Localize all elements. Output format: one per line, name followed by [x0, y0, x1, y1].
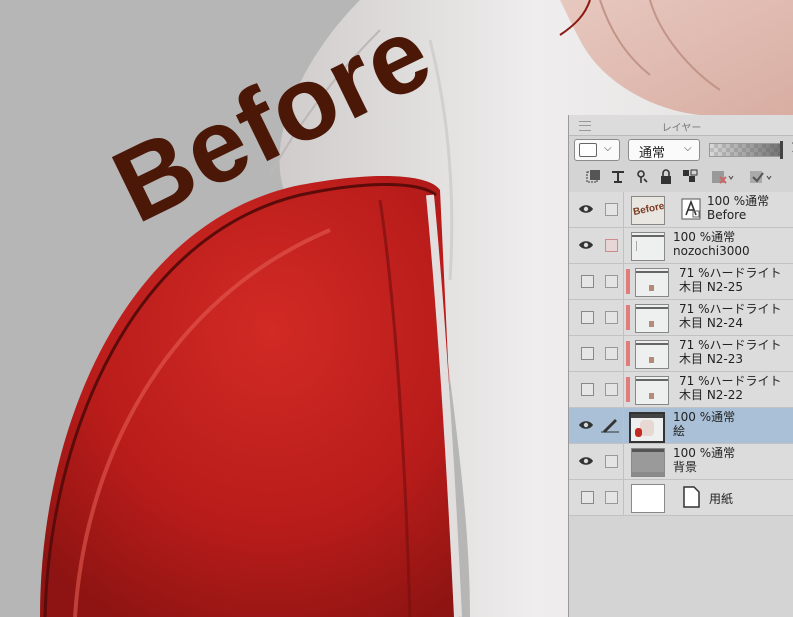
layer-thumbnail — [629, 412, 665, 443]
edit-toggle-box[interactable] — [605, 203, 618, 216]
layer-thumbnail — [635, 268, 669, 297]
eye-icon[interactable] — [578, 418, 594, 432]
edit-toggle-box[interactable] — [605, 491, 618, 504]
visibility-toggle-box[interactable] — [581, 275, 594, 288]
layer-row-wood-n2-25[interactable]: 71 %ハードライト 木目 N2-25 — [569, 264, 793, 300]
layer-opacity: 100 % — [673, 410, 712, 424]
layer-info: 100 %通常 Before — [707, 194, 769, 222]
layer-name: nozochi3000 — [673, 244, 750, 258]
layer-opacity: 71 % — [679, 266, 710, 280]
mask-icon[interactable] — [709, 167, 737, 187]
layer-row-nozochi3000[interactable]: 100 %通常 nozochi3000 — [569, 228, 793, 264]
layer-opacity: 100 % — [673, 446, 712, 460]
chevron-down-icon: ⌵ — [604, 143, 612, 154]
layer-info: 71 %ハードライト 木目 N2-25 — [679, 266, 782, 294]
eye-icon[interactable] — [578, 454, 594, 468]
layer-thumbnail — [631, 448, 665, 477]
edit-toggle-box[interactable] — [605, 383, 618, 396]
layer-info: 100 %通常 nozochi3000 — [673, 230, 750, 258]
clipping-indicator — [626, 269, 630, 294]
layer-opacity: 71 % — [679, 302, 710, 316]
layer-toolbar — [585, 167, 793, 189]
clipping-indicator — [626, 377, 630, 402]
layer-opacity: 100 % — [673, 230, 712, 244]
layer-info: 71 %ハードライト 木目 N2-24 — [679, 302, 782, 330]
layer-blend: 通常 — [745, 194, 770, 208]
paper-layer-icon — [683, 486, 700, 508]
edit-toggle-box[interactable] — [605, 311, 618, 324]
pen-icon[interactable] — [600, 417, 620, 433]
lock-transparent-icon[interactable] — [681, 167, 699, 187]
layer-info: 100 %通常 背景 — [673, 446, 735, 474]
layer-name: 木目 N2-22 — [679, 388, 744, 402]
layer-thumbnail — [631, 232, 665, 261]
thumb-text: Before — [632, 200, 665, 219]
visibility-toggle-box[interactable] — [581, 311, 594, 324]
panel-title-bar[interactable]: レイヤー — [569, 115, 793, 136]
clip-layer-icon[interactable] — [633, 167, 651, 187]
layer-color-select[interactable]: ⌵ — [574, 139, 620, 161]
layer-info: 71 %ハードライト 木目 N2-22 — [679, 374, 782, 402]
layer-thumbnail — [635, 376, 669, 405]
edit-toggle-box[interactable] — [605, 239, 618, 252]
layer-name: 用紙 — [709, 492, 734, 506]
visibility-toggle-box[interactable] — [581, 383, 594, 396]
layer-thumbnail — [631, 484, 665, 513]
layer-row-background[interactable]: 100 %通常 背景 — [569, 444, 793, 480]
edit-toggle-box[interactable] — [605, 455, 618, 468]
layer-panel: レイヤー ⌵ 通常 ⌵ 1 — [568, 115, 793, 617]
layer-blend: ハードライト — [709, 266, 782, 280]
layer-row-wood-n2-22[interactable]: 71 %ハードライト 木目 N2-22 — [569, 372, 793, 408]
layer-blend: ハードライト — [709, 302, 782, 316]
layer-blend: ハードライト — [709, 374, 782, 388]
layer-row-paper[interactable]: 用紙 — [569, 480, 793, 516]
edit-toggle-box[interactable] — [605, 347, 618, 360]
color-swatch — [579, 143, 597, 157]
layer-info: 71 %ハードライト 木目 N2-23 — [679, 338, 782, 366]
layer-info: 100 %通常 絵 — [673, 410, 735, 438]
opacity-slider[interactable] — [709, 141, 783, 159]
layer-opacity: 71 % — [679, 338, 710, 352]
layer-blend: 通常 — [711, 230, 736, 244]
layer-row-wood-n2-23[interactable]: 71 %ハードライト 木目 N2-23 — [569, 336, 793, 372]
layer-blend: ハードライト — [709, 338, 782, 352]
chevron-down-icon: ⌵ — [684, 143, 692, 154]
layer-row-picture[interactable]: 100 %通常 絵 — [569, 408, 793, 444]
layer-name: 木目 N2-23 — [679, 352, 744, 366]
clipping-indicator — [626, 341, 630, 366]
layer-property-bar: ⌵ 通常 ⌵ 1 — [574, 139, 793, 163]
clipping-indicator — [626, 305, 630, 330]
layer-row-before[interactable]: Before 100 %通常 Before — [569, 192, 793, 228]
merge-down-icon[interactable] — [609, 167, 627, 187]
layer-thumbnail — [635, 304, 669, 333]
text-layer-icon — [681, 198, 701, 220]
lock-icon[interactable] — [657, 167, 675, 187]
layer-opacity: 71 % — [679, 374, 710, 388]
layer-name: 絵 — [673, 424, 686, 438]
layer-name: 木目 N2-25 — [679, 280, 744, 294]
eye-icon[interactable] — [578, 202, 594, 216]
new-raster-layer-icon[interactable] — [585, 167, 603, 187]
opacity-slider-handle[interactable] — [780, 141, 783, 159]
blend-mode-select[interactable]: 通常 ⌵ — [628, 139, 700, 161]
layer-blend: 通常 — [711, 410, 736, 424]
layer-thumbnail — [635, 340, 669, 369]
layer-thumbnail: Before — [631, 196, 665, 225]
layer-name: 木目 N2-24 — [679, 316, 744, 330]
edit-toggle-box[interactable] — [605, 275, 618, 288]
visibility-toggle-box[interactable] — [581, 347, 594, 360]
mask-apply-icon[interactable] — [747, 167, 775, 187]
layer-opacity: 100 % — [707, 194, 746, 208]
visibility-toggle-box[interactable] — [581, 491, 594, 504]
blend-mode-value: 通常 — [639, 146, 666, 161]
layer-blend: 通常 — [711, 446, 736, 460]
eye-icon[interactable] — [578, 238, 594, 252]
layer-name: Before — [707, 208, 747, 222]
layer-row-wood-n2-24[interactable]: 71 %ハードライト 木目 N2-24 — [569, 300, 793, 336]
panel-title: レイヤー — [661, 123, 702, 134]
layer-list: Before 100 %通常 Before 100 %通常 nozochi300… — [569, 192, 793, 516]
layer-name: 背景 — [673, 460, 698, 474]
